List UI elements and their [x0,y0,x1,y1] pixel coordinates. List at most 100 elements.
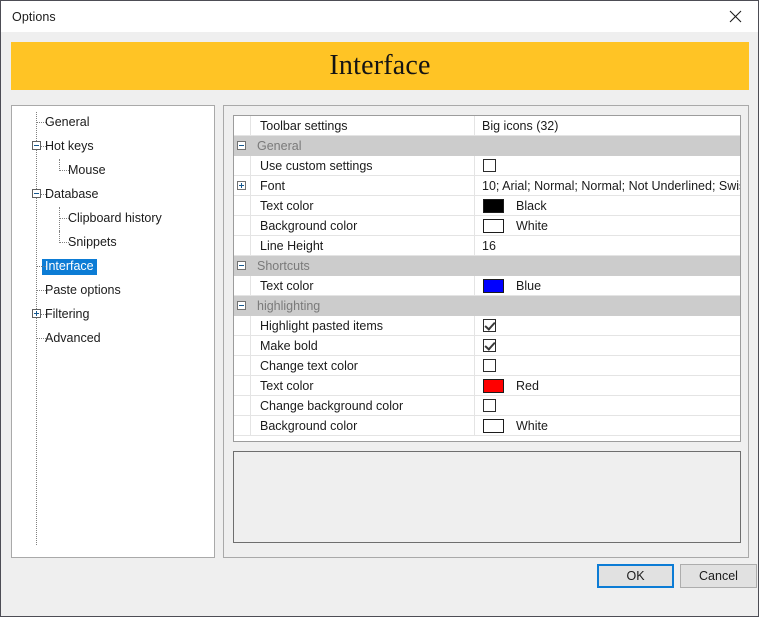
property-row[interactable]: Toolbar settings Big icons (32) [234,116,740,136]
page-banner: Interface [11,42,749,90]
sidebar-item-label: Clipboard history [68,211,162,226]
sidebar-item-label: Snippets [68,235,117,250]
sidebar-item-paste-options[interactable]: Paste options [12,279,214,303]
ok-button[interactable]: OK [597,564,674,588]
property-value[interactable] [475,356,740,375]
property-value[interactable] [475,316,740,335]
property-grid[interactable]: Toolbar settings Big icons (32) General Use… [233,115,741,442]
category-label: General [257,138,302,153]
tree-trunk-line [59,207,61,231]
sidebar-item-snippets[interactable]: Snippets [12,231,214,255]
tree-connector-line [37,338,46,339]
tree-collapse-icon[interactable] [32,141,41,150]
title-bar: Options [1,1,758,32]
color-name-label: White [516,418,548,433]
property-value[interactable]: White [475,416,740,435]
property-value[interactable] [475,156,740,175]
property-gutter [234,136,251,155]
property-row[interactable]: Make bold [234,336,740,356]
sidebar-item-interface[interactable]: Interface [12,255,214,279]
property-value-text: 16 [482,238,496,253]
sidebar-item-general[interactable]: General [12,111,214,135]
collapse-icon[interactable] [237,301,246,310]
settings-tree[interactable]: General Hot keys Mouse Database Clipboard hi… [11,105,215,558]
collapse-icon[interactable] [237,261,246,270]
property-value[interactable]: Red [475,376,740,395]
expand-icon[interactable] [237,181,246,190]
sidebar-item-advanced[interactable]: Advanced [12,327,214,351]
property-name: Change text color [251,356,475,375]
category-label: highlighting [257,298,321,313]
property-value[interactable]: White [475,216,740,235]
color-swatch[interactable] [483,418,504,433]
options-dialog: Options Interface General Hot keys Mouse Da… [0,0,759,617]
property-row[interactable]: Text color Red [234,376,740,396]
color-swatch[interactable] [483,218,504,233]
property-row[interactable]: Text color Blue [234,276,740,296]
tree-expand-icon[interactable] [32,309,41,318]
property-row[interactable]: Change background color [234,396,740,416]
property-name: Toolbar settings [251,116,475,135]
property-name: Make bold [251,336,475,355]
sidebar-item-label: Filtering [45,307,90,322]
property-row[interactable]: Use custom settings [234,156,740,176]
tree-collapse-icon[interactable] [32,189,41,198]
property-value[interactable]: Black [475,196,740,215]
property-gutter [234,116,251,135]
property-category-row: highlighting [234,296,740,316]
color-name-label: Red [516,378,539,393]
property-value [475,296,740,315]
property-value-text: Big icons (32) [482,118,559,133]
property-name: Font [251,176,475,195]
sidebar-item-hot-keys[interactable]: Hot keys [12,135,214,159]
property-gutter [234,396,251,415]
property-row[interactable]: Background color White [234,416,740,436]
tree-connector-line [37,266,46,267]
property-name: Text color [251,376,475,395]
close-icon[interactable] [713,1,758,31]
collapse-icon[interactable] [237,141,246,150]
checkbox-checked-icon[interactable] [483,339,496,352]
property-row[interactable]: Background color White [234,216,740,236]
sidebar-item-clipboard-history[interactable]: Clipboard history [12,207,214,231]
property-gutter [234,256,251,275]
color-swatch[interactable] [483,378,504,393]
property-value[interactable]: 10; Arial; Normal; Normal; Not Underline… [475,176,740,195]
color-swatch[interactable] [483,278,504,293]
property-gutter [234,296,251,315]
property-row[interactable]: Highlight pasted items [234,316,740,336]
property-gutter [234,416,251,435]
checkbox-unchecked-icon[interactable] [483,159,496,172]
sidebar-item-label: Interface [42,259,97,275]
property-row[interactable]: Text color Black [234,196,740,216]
page-title: Interface [329,50,431,81]
property-value[interactable]: Blue [475,276,740,295]
tree-trunk-line [59,159,61,171]
sidebar-item-filtering[interactable]: Filtering [12,303,214,327]
checkbox-checked-icon[interactable] [483,319,496,332]
sidebar-item-label: Mouse [68,163,106,178]
property-row[interactable]: Font 10; Arial; Normal; Normal; Not Under… [234,176,740,196]
sidebar-item-mouse[interactable]: Mouse [12,159,214,183]
property-value[interactable]: 16 [475,236,740,255]
property-name: Line Height [251,236,475,255]
cancel-button[interactable]: Cancel [680,564,757,588]
property-gutter [234,196,251,215]
sidebar-item-database[interactable]: Database [12,183,214,207]
property-value[interactable]: Big icons (32) [475,116,740,135]
property-value-text: 10; Arial; Normal; Normal; Not Underline… [482,178,740,193]
property-value[interactable] [475,396,740,415]
checkbox-unchecked-icon[interactable] [483,399,496,412]
property-row[interactable]: Line Height 16 [234,236,740,256]
checkbox-unchecked-icon[interactable] [483,359,496,372]
property-name: Change background color [251,396,475,415]
color-swatch[interactable] [483,198,504,213]
property-value[interactable] [475,336,740,355]
color-name-label: Black [516,198,547,213]
sidebar-item-label: Paste options [45,283,121,298]
window-title: Options [12,9,56,24]
property-row[interactable]: Change text color [234,356,740,376]
color-name-label: Blue [516,278,542,293]
tree-connector-line [60,242,69,243]
property-category-row: General [234,136,740,156]
